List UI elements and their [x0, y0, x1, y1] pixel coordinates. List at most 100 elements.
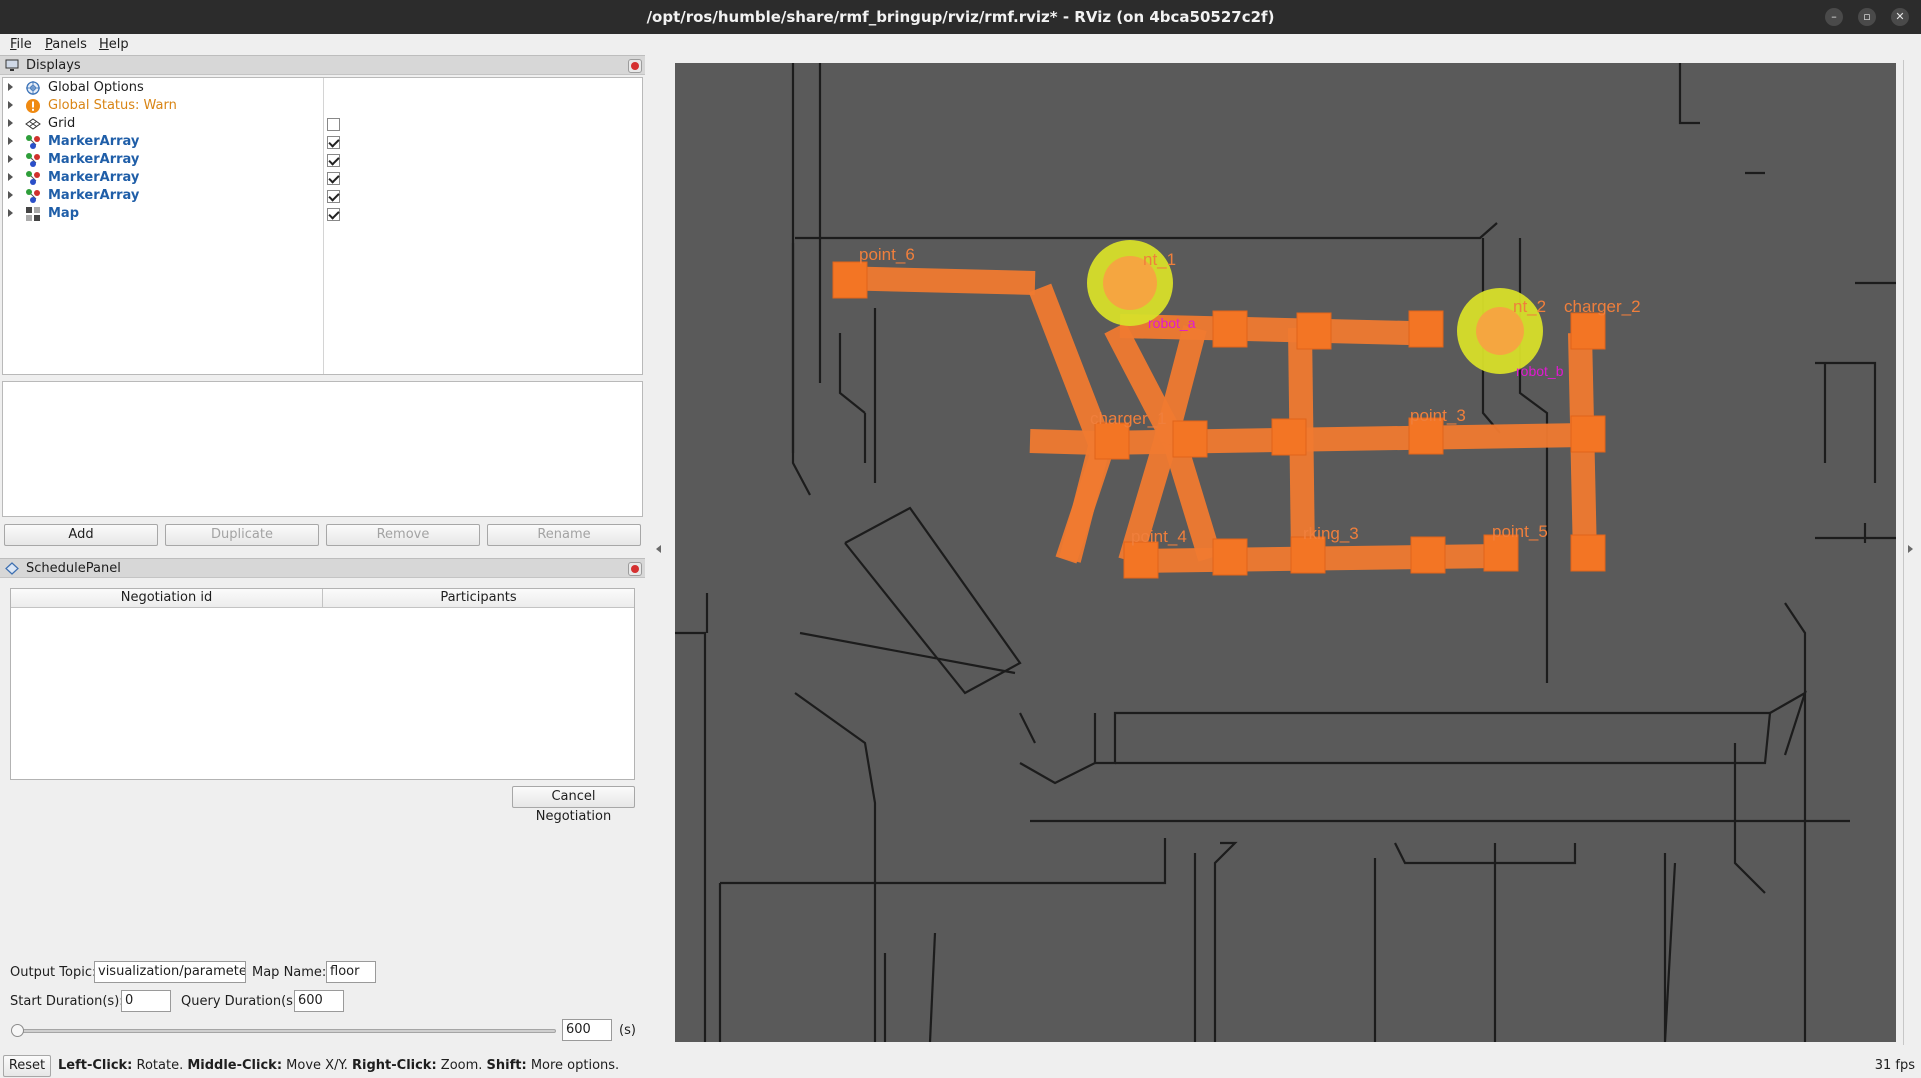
- globe-icon: [26, 81, 40, 95]
- output-topic-label: Output Topic:: [10, 965, 97, 980]
- tree-item-label: Global Options: [48, 80, 144, 95]
- label-charger-2: charger_2: [1564, 297, 1641, 316]
- tree-item-grid[interactable]: Grid: [3, 115, 642, 133]
- menu-file[interactable]: File: [10, 37, 32, 52]
- monitor-icon: [5, 59, 19, 71]
- view-controls-hint: Left-Click: Rotate. Middle-Click: Move X…: [58, 1058, 619, 1073]
- schedule-panel-title: SchedulePanel: [26, 561, 121, 576]
- tree-item-markerarray[interactable]: MarkerArray: [3, 151, 642, 169]
- menu-help[interactable]: Help: [99, 37, 129, 52]
- tree-item-label: Map: [48, 206, 80, 221]
- duration-slider-track[interactable]: [14, 1029, 556, 1033]
- tree-item-label: Global Status: Warn: [48, 98, 177, 113]
- displays-panel-header: Displays: [0, 55, 645, 75]
- label-point-4: point_4: [1131, 527, 1187, 546]
- rename-display-button[interactable]: Rename: [487, 524, 641, 546]
- hint-text: More options.: [526, 1058, 620, 1073]
- tree-item-label: Grid: [48, 116, 76, 131]
- hint-key: Left-Click:: [58, 1058, 133, 1073]
- maximize-button[interactable]: ▫: [1858, 8, 1876, 26]
- tree-item-label: MarkerArray: [48, 152, 140, 167]
- query-duration-label: Query Duration(s):: [181, 994, 303, 1009]
- map-visibility-checkbox[interactable]: [327, 208, 340, 221]
- expand-arrow-icon[interactable]: [8, 191, 13, 199]
- cancel-negotiation-button[interactable]: Cancel Negotiation: [512, 786, 635, 824]
- map-name-label: Map Name:: [252, 965, 327, 980]
- slider-unit-label: (s): [619, 1023, 636, 1038]
- output-topic-input[interactable]: visualization/parameters: [94, 961, 246, 983]
- hint-key: Shift:: [486, 1058, 527, 1073]
- query-duration-input[interactable]: 600: [294, 990, 344, 1012]
- collapse-left-dock-handle[interactable]: [656, 545, 661, 553]
- marker-array-icon: [26, 171, 40, 185]
- expand-arrow-icon[interactable]: [8, 173, 13, 181]
- add-display-button[interactable]: Add: [4, 524, 158, 546]
- tree-item-label: MarkerArray: [48, 170, 140, 185]
- tree-item-markerarray[interactable]: MarkerArray: [3, 187, 642, 205]
- column-header-negotiation-id[interactable]: Negotiation id: [11, 589, 323, 608]
- marker-array-icon: [26, 153, 40, 167]
- remove-display-button[interactable]: Remove: [326, 524, 480, 546]
- map-name-input[interactable]: floor: [326, 961, 376, 983]
- close-schedule-panel-button[interactable]: [628, 562, 642, 576]
- label-charger-1: charger_1: [1090, 409, 1167, 428]
- markerarray-visibility-checkbox[interactable]: [327, 136, 340, 149]
- label-point-2: nt_2: [1513, 297, 1546, 316]
- label-point-3: point_3: [1410, 406, 1466, 425]
- tree-item-global-options[interactable]: Global Options: [3, 79, 642, 97]
- hint-key: Right-Click:: [352, 1058, 437, 1073]
- window-title: /opt/ros/humble/share/rmf_bringup/rviz/r…: [646, 8, 1275, 26]
- hint-text: Zoom.: [436, 1058, 487, 1073]
- slider-value-input[interactable]: 600: [562, 1019, 612, 1041]
- diamond-icon: [5, 562, 19, 575]
- reset-view-button[interactable]: Reset: [3, 1055, 51, 1077]
- property-description-area: [2, 381, 643, 517]
- expand-right-dock-handle[interactable]: [1908, 545, 1913, 553]
- minimize-button[interactable]: –: [1825, 8, 1843, 26]
- map-icon: [26, 207, 40, 221]
- expand-arrow-icon[interactable]: [8, 209, 13, 217]
- start-duration-label: Start Duration(s):: [10, 994, 124, 1009]
- menu-panels[interactable]: Panels: [45, 37, 87, 52]
- tree-item-label: MarkerArray: [48, 134, 140, 149]
- expand-arrow-icon[interactable]: [8, 119, 13, 127]
- grid-visibility-checkbox[interactable]: [327, 118, 340, 131]
- expand-arrow-icon[interactable]: [8, 155, 13, 163]
- duplicate-display-button[interactable]: Duplicate: [165, 524, 319, 546]
- hint-text: Move X/Y.: [282, 1058, 353, 1073]
- markerarray-visibility-checkbox[interactable]: [327, 190, 340, 203]
- markerarray-visibility-checkbox[interactable]: [327, 154, 340, 167]
- tree-item-markerarray[interactable]: MarkerArray: [3, 169, 642, 187]
- start-duration-input[interactable]: 0: [121, 990, 171, 1012]
- grid-icon: [25, 118, 41, 130]
- displays-panel-title: Displays: [26, 58, 81, 73]
- fps-counter: 31 fps: [1874, 1058, 1915, 1073]
- displays-tree: Global Options Global Status: Warn Grid: [2, 77, 643, 375]
- menu-bar: File Panels Help: [0, 34, 1921, 56]
- title-bar: /opt/ros/humble/share/rmf_bringup/rviz/r…: [0, 0, 1921, 34]
- hint-text: Rotate.: [132, 1058, 188, 1073]
- column-header-participants[interactable]: Participants: [323, 589, 634, 608]
- close-window-button[interactable]: ✕: [1891, 8, 1909, 26]
- tree-item-map[interactable]: Map: [3, 205, 642, 223]
- negotiation-table[interactable]: Negotiation id Participants: [10, 588, 635, 780]
- map-scene: point_6 nt_1 nt_2 charger_2 charger_1 po…: [675, 63, 1896, 1042]
- duration-slider-handle[interactable]: [11, 1024, 24, 1037]
- marker-array-icon: [26, 135, 40, 149]
- label-point-6: point_6: [859, 245, 915, 264]
- close-displays-panel-button[interactable]: [628, 59, 642, 73]
- label-robot-a: robot_a: [1148, 315, 1196, 331]
- label-point-1: nt_1: [1143, 250, 1176, 269]
- expand-arrow-icon[interactable]: [8, 101, 13, 109]
- render-viewport[interactable]: point_6 nt_1 nt_2 charger_2 charger_1 po…: [675, 63, 1896, 1042]
- expand-arrow-icon[interactable]: [8, 83, 13, 91]
- tree-item-markerarray[interactable]: MarkerArray: [3, 133, 642, 151]
- tree-item-label: MarkerArray: [48, 188, 140, 203]
- tree-item-global-status[interactable]: Global Status: Warn: [3, 97, 642, 115]
- expand-arrow-icon[interactable]: [8, 137, 13, 145]
- marker-array-icon: [26, 189, 40, 203]
- warning-icon: [26, 99, 40, 113]
- markerarray-visibility-checkbox[interactable]: [327, 172, 340, 185]
- status-bar: Reset Left-Click: Rotate. Middle-Click: …: [0, 1054, 1921, 1078]
- label-robot-b: robot_b: [1516, 363, 1564, 379]
